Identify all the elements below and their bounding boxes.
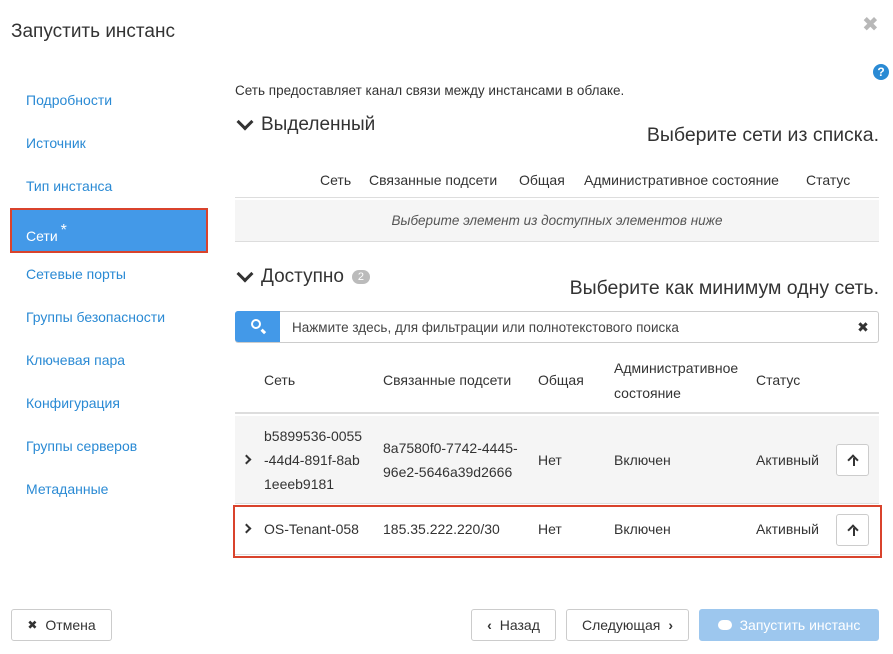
close-icon[interactable]: ✖ [862,12,879,37]
column-admin-state-line2[interactable]: состояние [614,385,681,401]
allocated-toggle[interactable]: Выделенный [235,113,376,136]
column-network[interactable]: Сеть [264,372,295,388]
launch-instance-button[interactable]: Запустить инстанс [699,609,879,641]
sidebar-item-server-groups[interactable]: Группы серверов [10,425,208,468]
sidebar-item-configuration[interactable]: Конфигурация [10,382,208,425]
sidebar-item-key-pair[interactable]: Ключевая пара [10,339,208,382]
subnets-value: 185.35.222.220/30 [383,521,500,537]
sidebar-item-label: Группы безопасности [26,309,166,325]
next-button[interactable]: Следующая › [566,609,689,641]
sidebar-item-label: Конфигурация [26,395,120,411]
available-title: Доступно [261,266,344,287]
expand-row-icon[interactable] [241,454,252,465]
search-icon [251,319,261,329]
sidebar-item-metadata[interactable]: Метаданные [10,468,208,511]
network-name-line3: 1eeeb9181 [264,476,335,492]
column-subnets[interactable]: Связанные подсети [383,372,511,388]
shared-value: Нет [538,452,562,468]
shared-value: Нет [538,521,562,537]
table-row[interactable]: OS-Tenant-058 185.35.222.220/30 Нет Вклю… [235,505,879,555]
required-marker: * [60,222,67,239]
search-button[interactable] [235,311,280,342]
chevron-down-icon [236,265,254,283]
sidebar-item-label: Группы серверов [26,438,138,454]
sidebar-item-label: Метаданные [26,481,109,497]
expand-row-icon[interactable] [241,523,252,534]
column-status[interactable]: Статус [756,372,800,388]
network-name-line1: b5899536-0055 [264,428,363,444]
column-shared[interactable]: Общая [519,172,565,188]
network-name: OS-Tenant-058 [264,521,359,537]
available-hint: Выберите как минимум одну сеть. [569,277,879,299]
admin-state-value: Включен [614,521,671,537]
allocated-title: Выделенный [261,114,376,135]
allocated-hint: Выберите сети из списка. [646,124,879,146]
sidebar-item-label: Сетевые порты [26,266,126,282]
help-icon[interactable]: ? [873,64,889,80]
column-network[interactable]: Сеть [320,172,351,188]
chevron-down-icon [236,113,254,131]
available-count-badge: 2 [351,270,371,284]
sidebar-item-source[interactable]: Источник [10,122,208,165]
allocated-empty-message: Выберите элемент из доступных элементов … [235,200,879,242]
back-button[interactable]: ‹ Назад [471,609,556,641]
sidebar-item-label: Источник [26,135,86,151]
clear-search-icon[interactable]: ✖ [848,312,878,342]
wizard-sidebar: Подробности Источник Тип инстанса Сети * … [10,79,208,511]
column-status[interactable]: Статус [806,172,850,188]
back-label: Назад [499,617,540,633]
sidebar-item-flavor[interactable]: Тип инстанса [10,165,208,208]
sidebar-item-details[interactable]: Подробности [10,79,208,122]
sidebar-item-networks[interactable]: Сети * [10,208,208,253]
available-toggle[interactable]: Доступно 2 [235,265,371,288]
launch-label: Запустить инстанс [739,617,861,633]
cancel-label: Отмена [45,617,96,633]
subnets-line2: 96e2-5646a39d2666 [383,464,513,480]
chevron-right-icon: › [668,617,673,633]
cloud-upload-icon [717,620,732,630]
search-input[interactable] [280,312,848,342]
sidebar-item-label: Сети [26,228,58,244]
modal-title: Запустить инстанс [11,21,175,42]
close-icon: ✖ [27,618,38,632]
chevron-left-icon: ‹ [487,617,492,633]
available-table-header: Сеть Связанные подсети Общая Администрат… [235,350,879,414]
table-row[interactable]: b5899536-0055 -44d4-891f-8ab 1eeeb9181 8… [235,416,879,504]
status-value: Активный [756,452,819,468]
network-name-line2: -44d4-891f-8ab [264,452,360,468]
sidebar-item-label: Подробности [26,92,113,108]
search-bar: ✖ [235,311,879,343]
sidebar-item-label: Тип инстанса [26,178,113,194]
sidebar-item-network-ports[interactable]: Сетевые порты [10,253,208,296]
status-value: Активный [756,521,819,537]
column-subnets[interactable]: Связанные подсети [369,172,497,188]
allocated-table-header: Сеть Связанные подсети Общая Администрат… [235,160,879,198]
column-shared[interactable]: Общая [538,372,584,388]
sidebar-item-security-groups[interactable]: Группы безопасности [10,296,208,339]
next-label: Следующая [582,617,661,633]
allocate-button[interactable] [836,444,869,476]
sidebar-item-label: Ключевая пара [26,352,126,368]
allocate-button[interactable] [836,514,869,546]
column-admin-state-line1[interactable]: Административное [614,360,738,376]
column-admin-state[interactable]: Административное состояние [584,172,779,188]
intro-text: Сеть предоставляет канал связи между инс… [235,83,625,98]
admin-state-value: Включен [614,452,671,468]
cancel-button[interactable]: ✖ Отмена [11,609,112,641]
subnets-line1: 8a7580f0-7742-4445- [383,440,518,456]
